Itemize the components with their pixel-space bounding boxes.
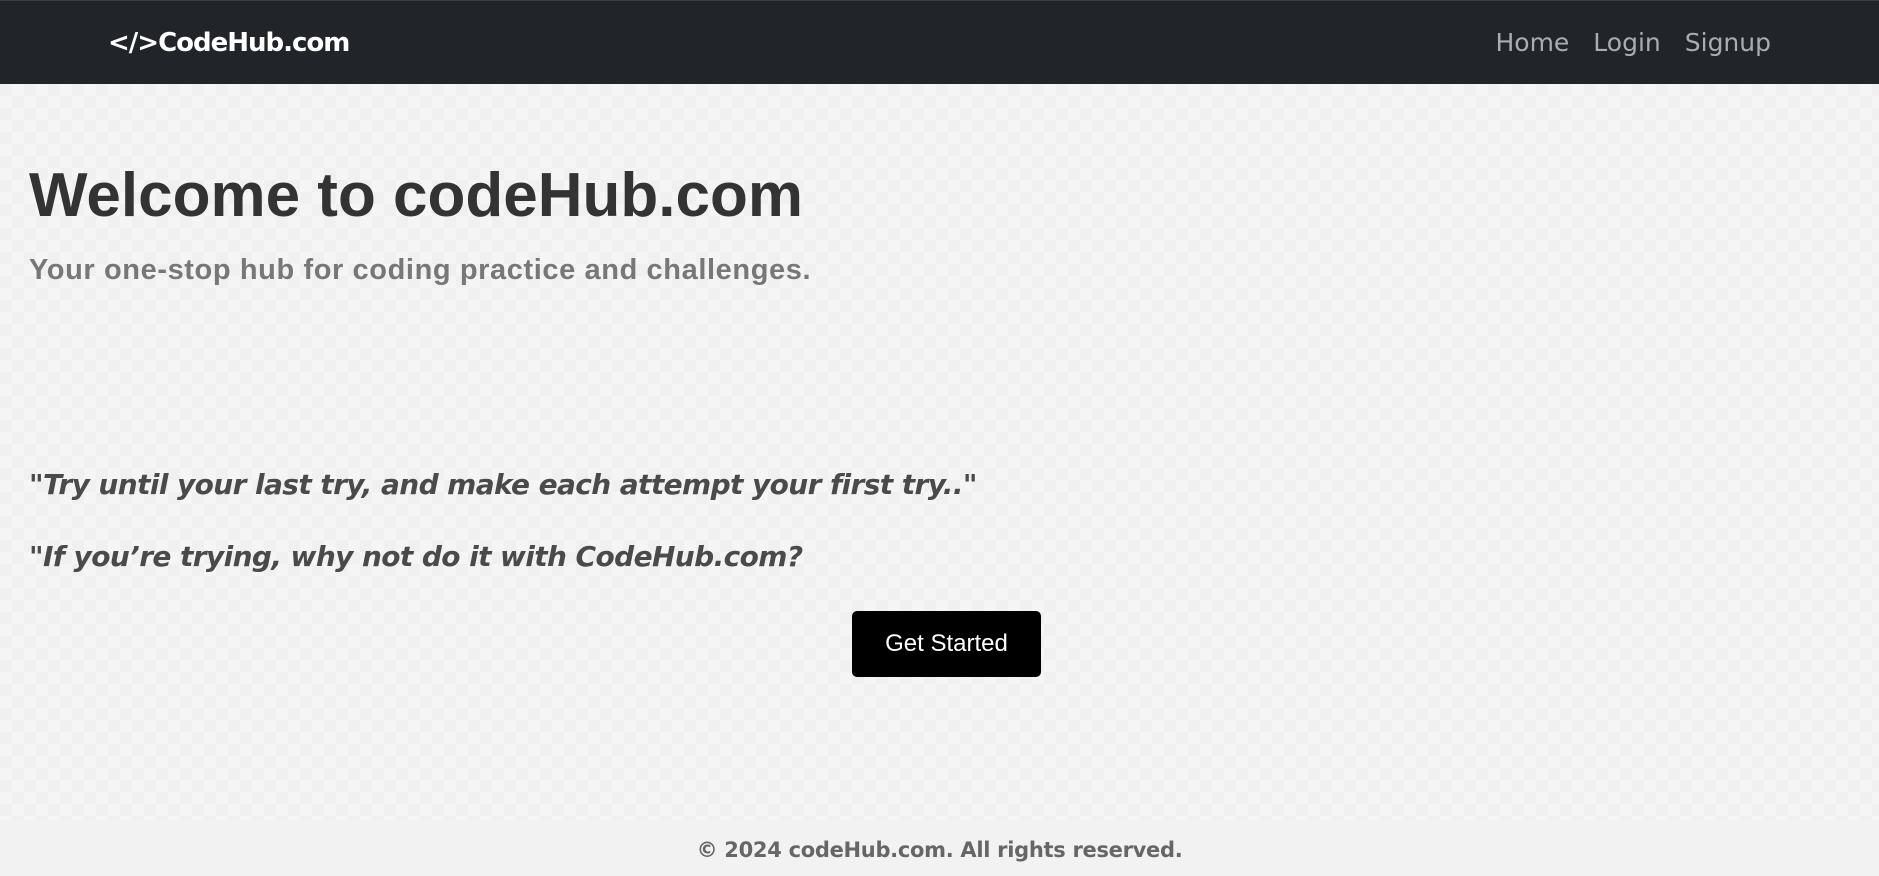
page-footer: © 2024 codeHub.com. All rights reserved. [0, 820, 1879, 876]
hero-subtitle: Your one-stop hub for coding practice an… [29, 254, 812, 286]
nav-link-signup[interactable]: Signup [1685, 27, 1771, 59]
quote-text: "If you’re trying, why not do it with Co… [29, 540, 803, 573]
hero-title: Welcome to codeHub.com [29, 161, 803, 230]
nav-link-login[interactable]: Login [1593, 27, 1660, 59]
quote-text: "Try until your last try, and make each … [29, 468, 977, 501]
nav-links: Home Login Signup [1495, 27, 1771, 59]
brand-logo-link[interactable]: </>CodeHub.com [108, 27, 350, 59]
get-started-button[interactable]: Get Started [852, 611, 1041, 677]
top-navbar: </>CodeHub.com Home Login Signup [0, 0, 1879, 84]
footer-copyright: © 2024 codeHub.com. All rights reserved. [696, 838, 1183, 862]
nav-link-home[interactable]: Home [1495, 27, 1569, 59]
